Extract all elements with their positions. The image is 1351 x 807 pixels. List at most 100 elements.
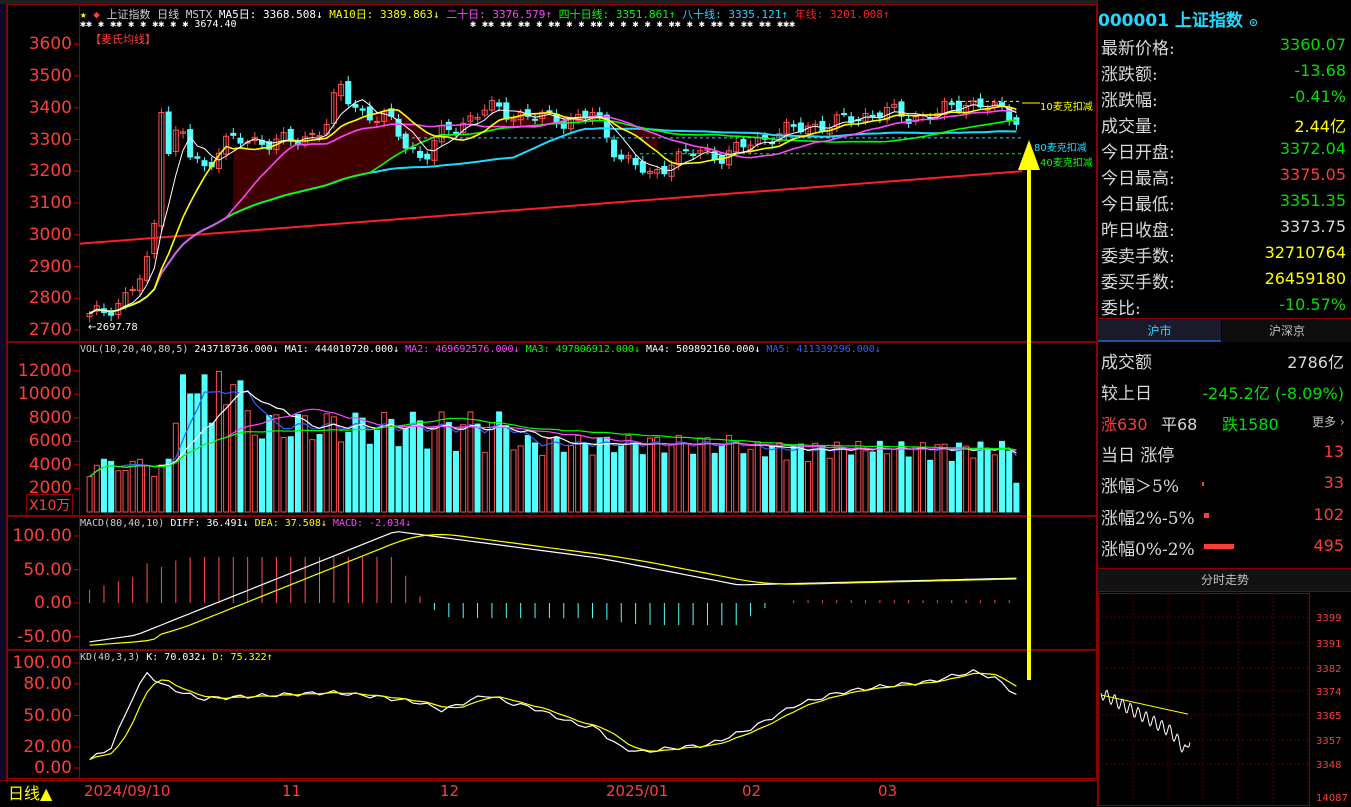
x-date-label: 2024/09/10 [84, 782, 171, 800]
intraday-y-label: 3348 [1316, 760, 1341, 771]
volume-bar [158, 464, 165, 513]
volume-bar [488, 422, 495, 513]
volume-bar [567, 445, 574, 513]
candle-body [194, 156, 201, 159]
volume-bar [625, 434, 632, 513]
quote-row: 涨跌额: -13.68 [1098, 58, 1351, 85]
volume-bar [661, 452, 668, 513]
volume-bar [373, 429, 380, 513]
r2-5-row: 涨幅2%-5% 102 [1098, 502, 1351, 529]
x-date-label: 12 [440, 782, 460, 800]
limit-up-row: 当日 涨停 13 [1098, 439, 1351, 466]
quote-value: 3373.75 [1279, 217, 1346, 236]
volume-bar [237, 380, 244, 513]
candle-body [452, 131, 460, 134]
candle-body [345, 81, 352, 105]
kd-y-label: 100.00 [12, 653, 72, 673]
volume-bar [1013, 482, 1020, 513]
quote-value: -0.41% [1289, 87, 1346, 106]
volume-bar [869, 451, 876, 513]
volume-bar [632, 443, 639, 513]
candle-body [402, 133, 409, 149]
candle-body [740, 139, 747, 148]
kd-y-label: 50.00 [23, 705, 72, 726]
kd-k: K: 70.032↓ [146, 652, 207, 663]
kd-d: D: 75.322↑ [212, 652, 273, 663]
more-link[interactable]: 更多 › [1312, 413, 1345, 430]
candle-body [352, 104, 359, 108]
quote-label: 委买手数: [1101, 273, 1175, 293]
volume-bar [690, 453, 697, 513]
macd-y-label: 100.00 [12, 526, 72, 546]
volume-bar [999, 440, 1006, 513]
yearline-value: 年线: 3201.008↑ [794, 8, 890, 21]
candle-body [496, 102, 503, 107]
quote-label: 委卖手数: [1101, 247, 1175, 267]
quote-row: 委卖手数: 32710764 [1098, 240, 1351, 267]
vol-y-label: 10000 [17, 384, 72, 405]
candle-body [611, 139, 618, 158]
main-y-label: 3000 [28, 224, 72, 245]
volume-bar [122, 469, 129, 513]
vol-title: VOL(10,20,40,80,5) [80, 344, 189, 355]
quote-row: 今日开盘: 3372.04 [1098, 136, 1351, 163]
candle-body [309, 132, 316, 135]
volume-bar [402, 427, 409, 513]
turnover-value: 2786亿 [1287, 353, 1344, 372]
quote-title: 000001 上证指数 ⊙ [1098, 6, 1258, 31]
intraday-title[interactable]: 分时走势 [1098, 568, 1351, 592]
intraday-y-label: 3357 [1316, 736, 1341, 747]
candle-body [187, 129, 194, 158]
volume-bar [129, 460, 136, 513]
tab-shanghai[interactable]: 沪市 [1098, 320, 1221, 342]
candle-body [618, 154, 625, 160]
volume-bar [783, 459, 790, 513]
volume-bar [352, 412, 359, 513]
r2-5-label: 涨幅2%-5% [1101, 509, 1195, 529]
volume-bar [970, 457, 977, 513]
quote-label: 今日最高: [1101, 169, 1175, 189]
volume-bar [517, 445, 524, 513]
x-date-label: 2025/01 [606, 782, 669, 800]
quote-row: 委买手数: 26459180 [1098, 266, 1351, 293]
candle-body [840, 113, 847, 116]
intraday-y-label: 3365 [1316, 711, 1341, 722]
yellow-arrow [1018, 140, 1040, 680]
info-icon[interactable]: ⊙ [1249, 16, 1258, 29]
vol-ma4: MA4: 509892160.000↓ [646, 344, 761, 355]
intraday-y-label: 3399 [1316, 613, 1341, 624]
high-mark-row: ✱✱ ✱ ✱✱ ✱ ✱ ✱✱ ✱ ✱ 3674.40 [80, 19, 237, 30]
yearline-ma [79, 170, 1023, 245]
main-y-label: 3200 [28, 161, 72, 182]
vol-ma3: MA3: 497806912.000↓ [525, 344, 640, 355]
r2-5-value: 102 [1313, 505, 1344, 524]
intraday-chart: 3399 3391 3382 3374 3365 3357 3348 14087 [1098, 593, 1348, 806]
volume-bar [223, 404, 230, 513]
intraday-y-label: 3391 [1316, 639, 1341, 650]
period-button[interactable]: 日线▲ [8, 780, 52, 804]
tab-all-markets[interactable]: 沪深京 [1222, 320, 1351, 342]
volume-bar [589, 454, 596, 513]
kd-y-label: 20.00 [23, 737, 72, 757]
ma80-line [89, 127, 1017, 315]
kd-k-line [89, 669, 1017, 761]
volume-bar [704, 437, 711, 513]
candle-body [230, 132, 237, 136]
quote-row: 昨日收盘: 3373.75 [1098, 214, 1351, 241]
volume-bar [366, 443, 373, 513]
kd-y-label: 0.00 [34, 758, 72, 778]
macd-dea: DEA: 37.508↓ [254, 518, 327, 529]
r0-2-label: 涨幅0%-2% [1101, 540, 1195, 560]
vol-y-label: 12000 [17, 360, 72, 381]
annot-80: 80麦克扣减 [1034, 143, 1087, 154]
volume-bar [136, 458, 143, 513]
r2-5-bar [1204, 513, 1209, 518]
volume-bar [826, 457, 833, 513]
quote-label: 今日最低: [1101, 195, 1175, 215]
quote-panel: 000001 上证指数 ⊙ 最新价格: 3360.07 涨跌额: -13.68 涨跌幅:… [1097, 0, 1351, 807]
vol-header: VOL(10,20,40,80,5) 243718736.000↓ MA1: 4… [80, 344, 881, 355]
candle-body [639, 161, 646, 173]
limit-up-value: 13 [1323, 442, 1344, 461]
volume-bar [273, 414, 280, 513]
candle-body [165, 111, 172, 154]
